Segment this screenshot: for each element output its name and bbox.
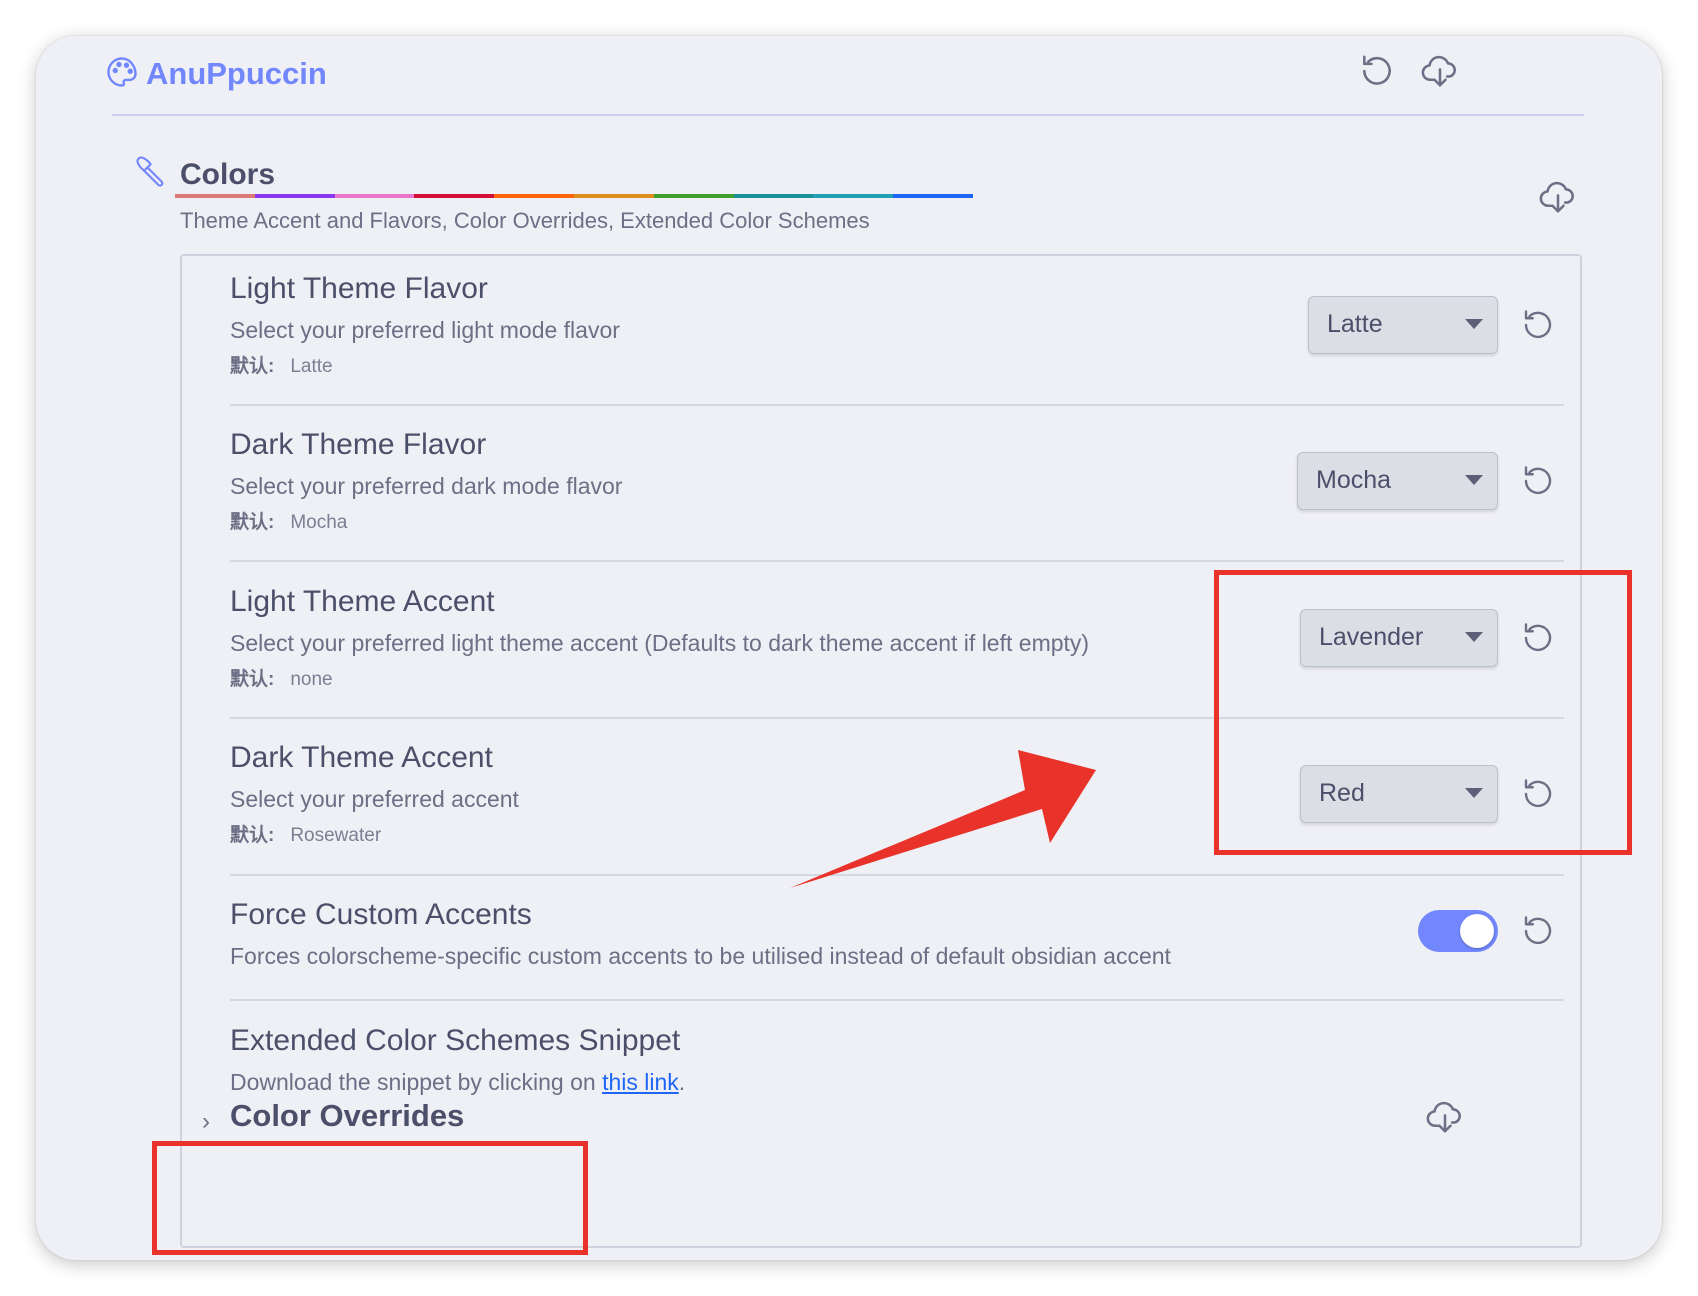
annotation-arrow (790, 750, 1096, 888)
